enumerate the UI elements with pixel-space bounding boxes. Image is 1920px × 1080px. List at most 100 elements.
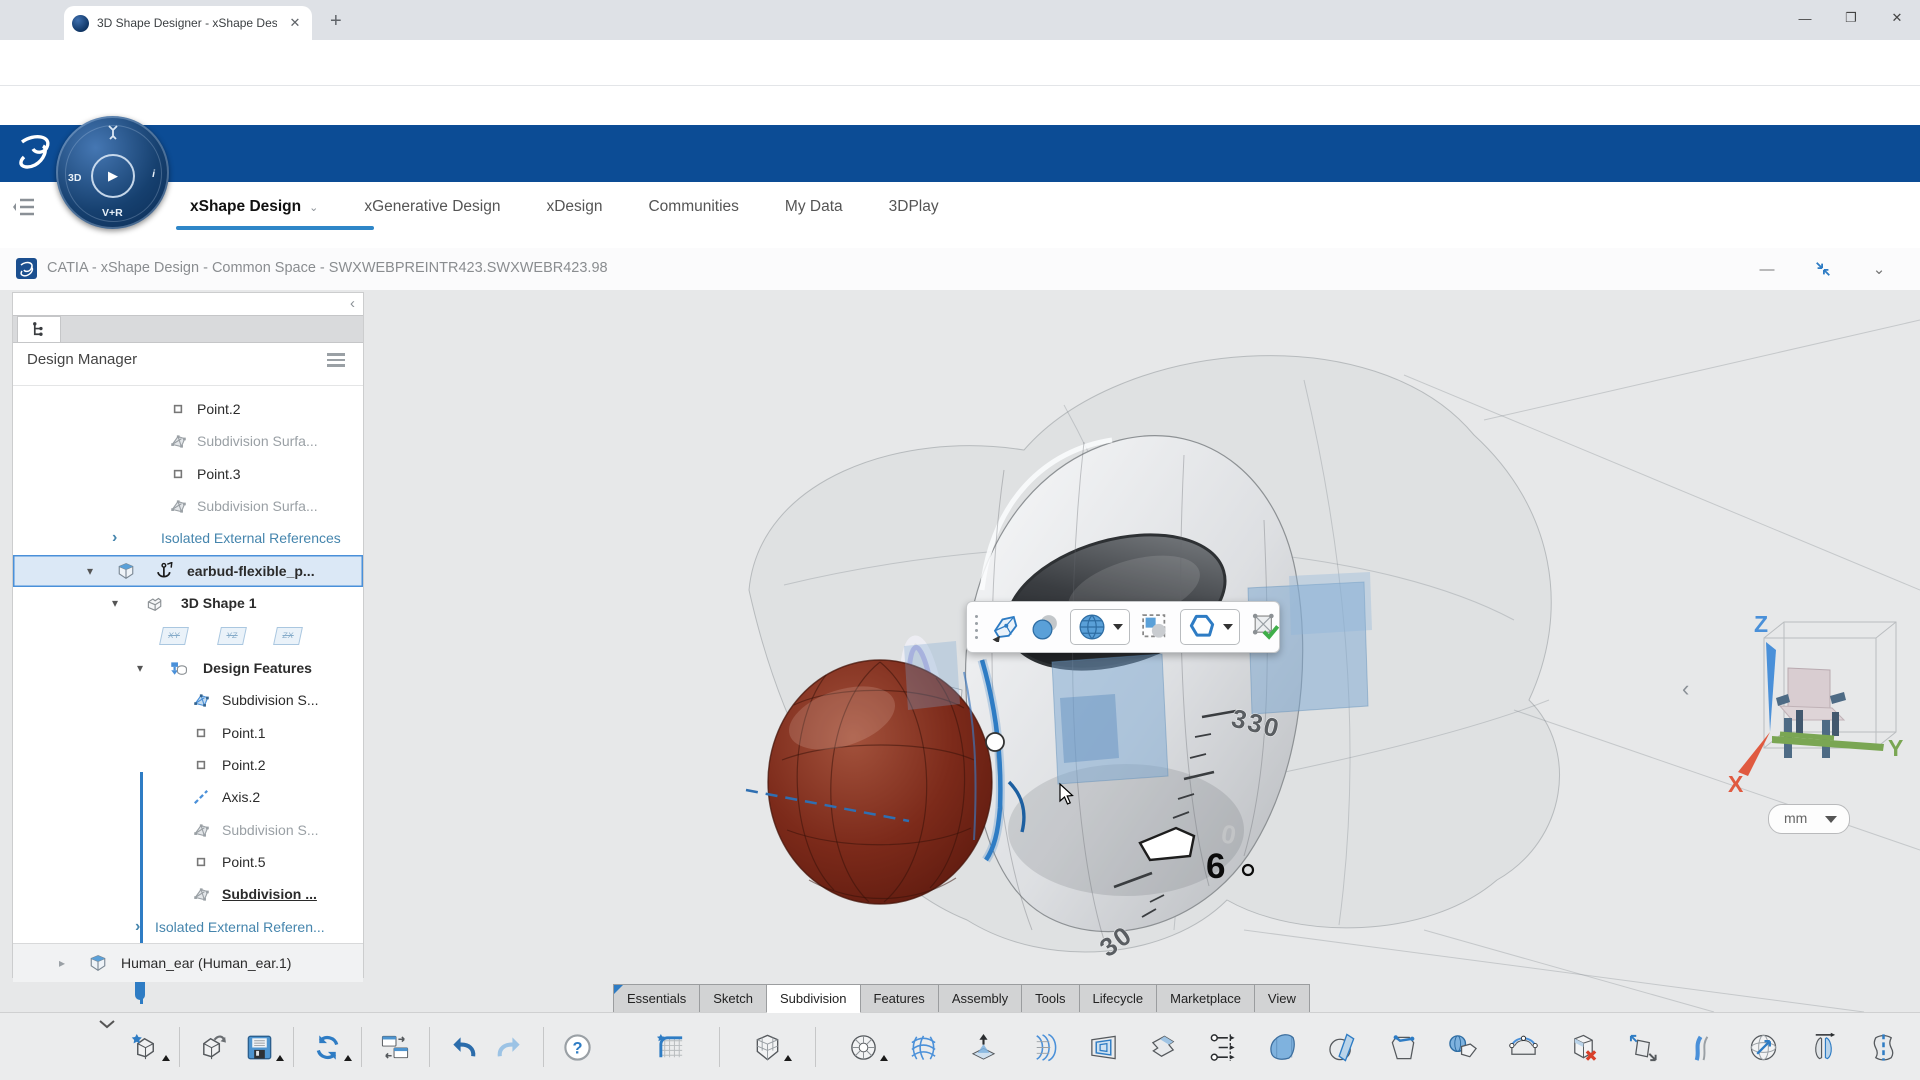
tree-item[interactable]: Subdivision ... [13, 878, 363, 910]
ribbon-tab-features[interactable]: Features [859, 984, 939, 1013]
flyout-caret-icon[interactable] [880, 1054, 888, 1061]
ribbon-tab-lifecycle[interactable]: Lifecycle [1078, 984, 1158, 1013]
plane-yz-icon[interactable]: YZ [217, 627, 247, 646]
delete-face-button[interactable] [1568, 1032, 1599, 1063]
toolbar-collapse-icon[interactable] [96, 1017, 118, 1031]
window-minimize-icon[interactable]: — [1782, 0, 1828, 36]
weld-join-button[interactable] [1448, 1032, 1479, 1063]
3dcompass-widget[interactable]: ▶ 3D i V+R [56, 116, 169, 229]
nav-tab-communities[interactable]: Communities [648, 198, 738, 216]
nav-tab-3dplay[interactable]: 3DPlay [889, 198, 939, 216]
swap-selection-icon[interactable] [1140, 612, 1170, 642]
nav-tab-my-data[interactable]: My Data [785, 198, 843, 216]
compass-vr-label[interactable]: V+R [102, 207, 123, 219]
panel-menu-icon[interactable] [327, 353, 345, 367]
expander-down-icon[interactable]: ▾ [112, 587, 118, 619]
manipulator-handle[interactable] [985, 732, 1005, 752]
ribbon-tab-marketplace[interactable]: Marketplace [1156, 984, 1255, 1013]
catia-collapse-icon[interactable] [1808, 256, 1838, 282]
match-constraint-button[interactable] [1208, 1032, 1239, 1063]
tree-item[interactable]: ▾ Design Features [13, 652, 363, 684]
tab-close-icon[interactable]: ✕ [286, 15, 304, 31]
extrude-face-button[interactable] [968, 1032, 999, 1063]
duplicate-spheres-icon[interactable] [1030, 612, 1060, 642]
catia-chevron-down-icon[interactable]: ⌄ [1864, 256, 1894, 282]
edit-subdivision-icon[interactable] [990, 612, 1020, 642]
panel-toggle-icon[interactable] [12, 195, 38, 219]
subdivision-cylinder-button[interactable] [848, 1032, 888, 1063]
tree-item[interactable]: Point.5 [13, 846, 363, 878]
tree-item[interactable]: ▾ earbud-flexible_p... [13, 554, 363, 587]
tree-item[interactable]: ▾ 3D Shape 1 [13, 587, 363, 619]
ribbon-tab-tools[interactable]: Tools [1021, 984, 1080, 1013]
tree-item[interactable]: ▸ Human_ear (Human_ear.1) [13, 942, 363, 982]
flyout-caret-icon[interactable] [276, 1054, 284, 1061]
nav-tab-xshape-design[interactable]: xShape Design ⌄ [190, 198, 318, 216]
compass-play-icon[interactable]: ▶ [91, 154, 135, 198]
tree-item[interactable]: Subdivision Surfa... [13, 490, 363, 522]
polygon-icon[interactable] [1187, 612, 1217, 642]
units-dropdown[interactable]: mm [1768, 804, 1850, 834]
bridge-faces-button[interactable] [1508, 1032, 1539, 1063]
subdivision-surface-button[interactable] [908, 1032, 939, 1063]
mirror-body-button[interactable] [1808, 1032, 1839, 1063]
project-curve-button[interactable] [1388, 1032, 1419, 1063]
tree-item[interactable]: Point.1 [13, 717, 363, 749]
symmetry-button[interactable] [1868, 1032, 1899, 1063]
browser-tab[interactable]: 3D Shape Designer - xShape Desi ✕ [64, 6, 312, 40]
flow-curve-button[interactable] [1688, 1032, 1719, 1063]
tree-item[interactable]: › Isolated External References [13, 522, 363, 554]
bend-face-button[interactable] [1028, 1032, 1059, 1063]
split-body-button[interactable] [1328, 1032, 1359, 1063]
nav-tab-xgenerative-design[interactable]: xGenerative Design [364, 198, 500, 216]
fill-patch-button[interactable] [1268, 1032, 1299, 1063]
expand-link-icon[interactable]: › [135, 911, 140, 943]
flyout-caret-icon[interactable] [784, 1054, 792, 1061]
unfold-surface-button[interactable] [1628, 1032, 1659, 1063]
triad-z-axis[interactable] [1766, 642, 1776, 732]
sketch-pad-button[interactable] [656, 1032, 687, 1063]
compass-i-label[interactable]: i [152, 168, 155, 180]
display-sphere-icon[interactable] [1077, 612, 1107, 642]
new-tab-button[interactable]: + [330, 10, 342, 33]
tree-item[interactable]: Point.3 [13, 458, 363, 490]
chevron-down-icon[interactable]: ⌄ [309, 202, 318, 214]
compass-person-icon[interactable] [106, 124, 120, 140]
help-button[interactable]: ? [562, 1032, 593, 1063]
ribbon-tab-assembly[interactable]: Assembly [937, 984, 1023, 1013]
tree-plane-row[interactable]: XY YZ ZX [13, 619, 363, 651]
3ds-logo[interactable] [12, 133, 58, 173]
save-button[interactable] [244, 1032, 284, 1063]
viewport-panel-chevron-icon[interactable]: ‹ [1682, 676, 1689, 702]
new-shape-button[interactable] [130, 1032, 170, 1063]
wrap-sphere-button[interactable] [1748, 1032, 1779, 1063]
plane-xy-icon[interactable]: XY [159, 627, 189, 646]
chevron-down-icon[interactable] [1223, 624, 1233, 630]
open-shape-button[interactable] [198, 1032, 229, 1063]
nav-tab-xdesign[interactable]: xDesign [546, 198, 602, 216]
ribbon-tab-view[interactable]: View [1253, 984, 1310, 1013]
tree-item[interactable]: Point.2 [13, 393, 363, 425]
flyout-caret-icon[interactable] [344, 1054, 352, 1061]
expander-right-icon[interactable]: ▸ [59, 944, 65, 982]
tree-item[interactable]: Axis.2 [13, 781, 363, 813]
tree-item[interactable]: Subdivision S... [13, 814, 363, 846]
display-sphere-dropdown[interactable] [1070, 609, 1130, 645]
validate-icon[interactable] [1250, 612, 1280, 642]
ribbon-tab-subdivision[interactable]: Subdivision [766, 984, 861, 1013]
triad-x-axis[interactable] [1738, 732, 1770, 776]
refresh-button[interactable] [312, 1032, 352, 1063]
tree-tab[interactable] [17, 316, 61, 342]
undo-button[interactable] [448, 1032, 479, 1063]
window-close-icon[interactable]: ✕ [1874, 0, 1920, 36]
ribbon-tab-essentials[interactable]: Essentials [613, 984, 701, 1013]
inset-face-button[interactable] [1088, 1032, 1119, 1063]
window-maximize-icon[interactable]: ❐ [1828, 0, 1874, 36]
panel-collapse-icon[interactable]: ‹ [350, 295, 355, 312]
compass-3d-label[interactable]: 3D [68, 172, 81, 184]
tree-item[interactable]: Subdivision Surfa... [13, 425, 363, 457]
chevron-down-icon[interactable] [1113, 624, 1123, 630]
toolbar-drag-handle[interactable] [975, 615, 978, 639]
redo-button[interactable] [494, 1032, 525, 1063]
bevel-edge-button[interactable] [1148, 1032, 1179, 1063]
